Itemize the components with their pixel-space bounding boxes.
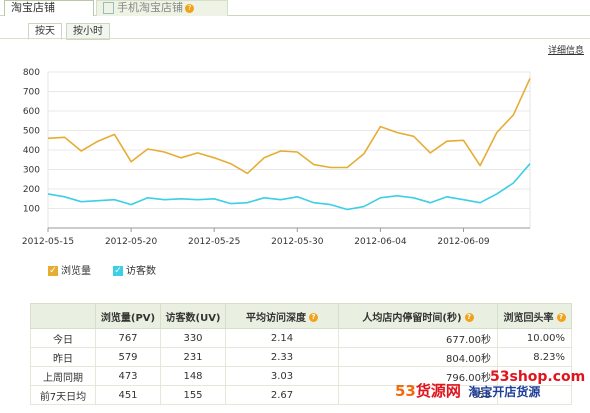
pv-cell: 767 bbox=[95, 328, 161, 348]
tab-store-label: 淘宝店铺 bbox=[11, 1, 55, 14]
tab-mobile-store[interactable]: 手机淘宝店铺? bbox=[96, 0, 228, 16]
depth-cell: 2.33 bbox=[225, 347, 339, 367]
legend-uv-label: 访客数 bbox=[126, 266, 156, 277]
y-tick-label: 700 bbox=[23, 88, 40, 98]
legend-pv-label: 浏览量 bbox=[61, 266, 91, 277]
help-icon[interactable]: ? bbox=[556, 313, 566, 322]
return-rate-cell: 10.00% bbox=[497, 328, 572, 348]
help-icon[interactable]: ? bbox=[309, 313, 318, 322]
y-tick-label: 500 bbox=[23, 127, 40, 137]
tab-store[interactable]: 淘宝店铺 bbox=[4, 0, 94, 16]
x-tick-label: 2012-05-30 bbox=[271, 237, 324, 247]
uv-checkbox-icon[interactable]: ✓ bbox=[113, 266, 123, 276]
duration-cell: 677.00秒 bbox=[338, 328, 498, 348]
legend-pv[interactable]: ✓ 浏览量 bbox=[48, 262, 91, 277]
top-tab-bar: 淘宝店铺 手机淘宝店铺? bbox=[0, 0, 590, 16]
uv-cell: 148 bbox=[160, 366, 226, 386]
watermark-brand-name: 货源网 bbox=[415, 382, 461, 400]
depth-cell: 2.14 bbox=[225, 328, 339, 348]
pv-cell: 473 bbox=[95, 366, 161, 386]
pv-cell: 579 bbox=[95, 347, 161, 367]
table-header-row: 浏览量(PV) 访客数(UV) 平均访问深度? 人均店内停留时间(秒)? 浏览回… bbox=[30, 303, 572, 329]
tab-divider bbox=[0, 38, 590, 39]
table-row: 今日 767 330 2.14 677.00秒 10.00% bbox=[30, 328, 572, 348]
pv-checkbox-icon[interactable]: ✓ bbox=[48, 266, 58, 276]
duration-cell: 804.00秒 bbox=[338, 347, 498, 367]
tab-by-hour-label: 按小时 bbox=[73, 26, 103, 37]
y-tick-label: 100 bbox=[23, 205, 40, 215]
traffic-line-chart: 100 200 300 400 500 600 700 800 2012-05-15 2012-0… bbox=[22, 68, 531, 247]
series-line-pv bbox=[47, 78, 531, 175]
table-header: 人均店内停留时间(秒)? bbox=[338, 303, 498, 329]
depth-cell: 3.03 bbox=[225, 366, 339, 386]
x-tick-label: 2012-05-15 bbox=[22, 237, 74, 247]
x-tick-label: 2012-05-25 bbox=[188, 237, 240, 247]
table-header: 访客数(UV) bbox=[160, 303, 226, 329]
row-label: 昨日 bbox=[30, 347, 96, 367]
uv-cell: 231 bbox=[160, 347, 226, 367]
info-badge-icon: ? bbox=[185, 3, 194, 13]
pv-cell: 451 bbox=[95, 385, 161, 405]
return-rate-cell: 8.23% bbox=[497, 347, 572, 367]
row-label: 前7天日均 bbox=[30, 385, 96, 405]
tab-mobile-label: 手机淘宝店铺 bbox=[117, 1, 183, 14]
legend-uv[interactable]: ✓ 访客数 bbox=[113, 262, 156, 277]
site-watermark: 53货源网 53shop.com 淘宝开店货源 bbox=[395, 369, 585, 401]
table-row: 昨日 579 231 2.33 804.00秒 8.23% bbox=[30, 347, 572, 367]
x-tick-label: 2012-06-09 bbox=[437, 237, 490, 247]
table-header: 浏览量(PV) bbox=[95, 303, 161, 329]
x-tick-label: 2012-05-20 bbox=[105, 237, 158, 247]
watermark-slogan: 淘宝开店货源 bbox=[468, 385, 541, 399]
table-header: 浏览回头率? bbox=[497, 303, 572, 329]
x-tick-label: 2012-06-04 bbox=[354, 237, 407, 247]
watermark-brand-number: 53 bbox=[395, 382, 416, 400]
table-header: 平均访问深度? bbox=[225, 303, 339, 329]
uv-cell: 155 bbox=[160, 385, 226, 405]
tab-by-day-label: 按天 bbox=[35, 26, 55, 37]
mobile-phone-icon bbox=[103, 2, 114, 14]
help-icon[interactable]: ? bbox=[464, 313, 474, 322]
y-tick-label: 800 bbox=[23, 68, 40, 78]
table-header bbox=[30, 303, 96, 329]
row-label: 今日 bbox=[30, 328, 96, 348]
series-line-uv bbox=[47, 163, 531, 211]
uv-cell: 330 bbox=[160, 328, 226, 348]
y-tick-label: 200 bbox=[23, 185, 40, 195]
watermark-url: 53shop.com bbox=[490, 369, 586, 385]
row-label: 上周同期 bbox=[30, 366, 96, 386]
y-tick-label: 300 bbox=[23, 166, 40, 176]
y-tick-label: 400 bbox=[23, 146, 40, 156]
y-tick-label: 600 bbox=[23, 107, 40, 117]
depth-cell: 2.67 bbox=[225, 385, 339, 405]
detail-link[interactable]: 详细信息 bbox=[548, 43, 584, 56]
